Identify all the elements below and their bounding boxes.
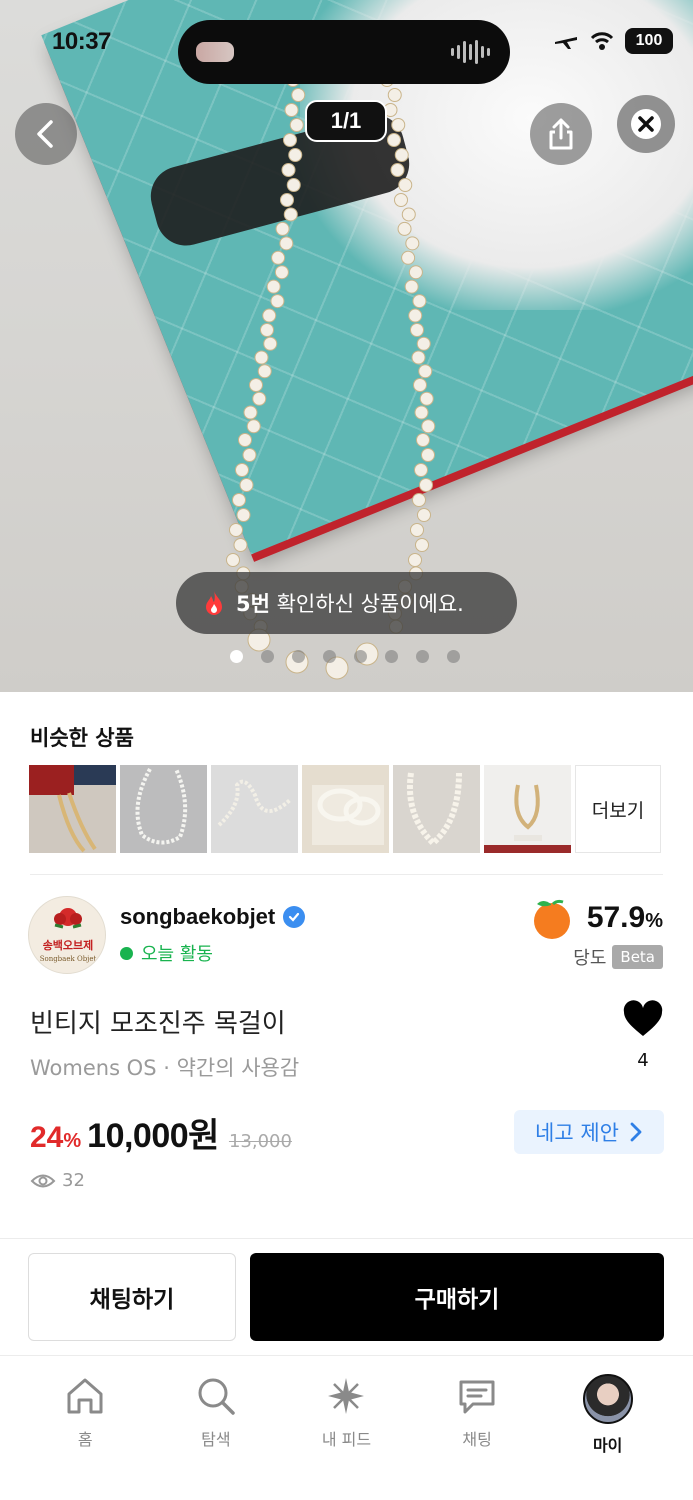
similar-product-thumb[interactable] (211, 765, 298, 853)
fire-icon (206, 591, 222, 615)
similar-product-thumb[interactable] (484, 765, 571, 853)
divider (30, 874, 663, 875)
purchase-action-bar: 채팅하기 구매하기 (0, 1238, 693, 1356)
eye-icon (30, 1174, 56, 1187)
tab-label: 홈 (77, 1430, 93, 1449)
search-icon (198, 1378, 235, 1415)
avatar-logo-text: 송백오브제 (43, 938, 94, 952)
like-button[interactable]: 4 (622, 1000, 664, 1071)
see-more-button[interactable]: 더보기 (575, 765, 661, 853)
tab-my[interactable]: 마이 (553, 1374, 663, 1500)
discount-unit: % (63, 1130, 82, 1152)
view-count-toast: 5번 확인하신 상품이에요. (176, 572, 517, 634)
similar-products-title: 비슷한 상품 (30, 726, 134, 750)
close-button[interactable] (617, 95, 675, 153)
pagination-dot[interactable] (447, 650, 460, 663)
seller-activity-status: 오늘 활동 (120, 940, 213, 966)
pagination-dot[interactable] (416, 650, 429, 663)
view-count-value: 32 (62, 1170, 85, 1191)
negotiate-label: 네고 제안 (535, 1121, 619, 1145)
back-button[interactable] (15, 103, 77, 165)
tab-home[interactable]: 홈 (30, 1374, 140, 1500)
pagination-dot[interactable] (385, 650, 398, 663)
tab-my-feed[interactable]: 내 피드 (291, 1374, 401, 1500)
view-count: 32 (30, 1170, 85, 1191)
chevron-left-icon (37, 120, 53, 148)
profile-avatar (582, 1374, 633, 1424)
sale-price: 10,000원 (87, 1117, 219, 1155)
tangerine-icon (533, 899, 570, 939)
sweetness-label: 당도 (573, 948, 607, 969)
avatar-logo-subtext: Songbaek Objet (40, 955, 97, 963)
tab-search[interactable]: 탐색 (161, 1374, 271, 1500)
original-price: 13,000 (228, 1131, 292, 1152)
tab-label: 채팅 (462, 1430, 492, 1449)
share-button[interactable] (530, 103, 592, 165)
audio-wave-icon (451, 40, 490, 64)
negotiate-offer-button[interactable]: 네고 제안 (514, 1110, 664, 1154)
pagination-dot[interactable] (261, 650, 274, 663)
product-title: 빈티지 모조진주 목걸이 (30, 1009, 286, 1039)
sweetness-value: 57.9 (586, 901, 646, 934)
tab-label: 내 피드 (321, 1430, 372, 1449)
pagination-dot[interactable] (230, 650, 243, 663)
like-count: 4 (637, 1050, 649, 1071)
bottom-tab-bar: 홈 탐색 내 피드 채팅 마이 (0, 1360, 693, 1500)
status-icons: 100 (553, 28, 673, 54)
tab-label: 마이 (592, 1436, 623, 1455)
pagination-dot[interactable] (354, 650, 367, 663)
seller-name-text: songbaekobjet (120, 904, 276, 929)
tab-chat[interactable]: 채팅 (422, 1374, 532, 1500)
similar-products-list: 더보기 (29, 765, 661, 853)
discount-value: 24 (30, 1121, 64, 1154)
share-icon (549, 118, 573, 150)
chat-icon (459, 1380, 495, 1414)
home-icon (67, 1378, 103, 1414)
similar-product-thumb[interactable] (393, 765, 480, 853)
toast-count: 5번 (236, 592, 270, 616)
verified-badge-icon (283, 906, 306, 928)
toast-text: 확인하신 상품이에요. (269, 592, 464, 616)
product-meta: Womens OS · 약간의 사용감 (30, 1056, 300, 1080)
chat-button[interactable]: 채팅하기 (28, 1253, 236, 1341)
pagination-dot[interactable] (323, 650, 336, 663)
close-icon (631, 109, 661, 139)
heart-icon (623, 1000, 663, 1036)
airplane-icon (555, 37, 577, 49)
status-time: 10:37 (52, 28, 111, 55)
image-pagination (230, 650, 460, 663)
beta-badge: Beta (612, 945, 663, 969)
sweetness-label-row: 당도 Beta (573, 944, 663, 970)
chevron-right-icon (630, 1122, 642, 1142)
tab-label: 탐색 (201, 1430, 231, 1449)
similar-product-thumb[interactable] (302, 765, 389, 853)
buy-button[interactable]: 구매하기 (250, 1253, 664, 1341)
seller-name[interactable]: songbaekobjet (120, 904, 306, 930)
product-image[interactable]: 10:37 100 1/1 5번 확인하신 상품이에요. (0, 0, 693, 692)
similar-product-thumb[interactable] (120, 765, 207, 853)
battery-indicator: 100 (625, 28, 673, 54)
sparkle-icon (328, 1378, 365, 1414)
price-row: 24% 10,000원 13,000 (30, 1108, 292, 1157)
sweetness-score[interactable]: 57.9% (529, 896, 663, 940)
dynamic-island (178, 20, 510, 84)
activity-label: 오늘 활동 (141, 944, 213, 965)
pagination-dot[interactable] (292, 650, 305, 663)
island-thumbnail (196, 42, 234, 62)
wifi-icon (590, 32, 614, 50)
seller-avatar[interactable]: 송백오브제 Songbaek Objet (28, 896, 106, 974)
discount-rate: 24% (30, 1121, 81, 1155)
image-counter: 1/1 (305, 100, 387, 142)
sweetness-unit: % (645, 910, 663, 932)
online-dot-icon (120, 946, 133, 960)
similar-product-thumb[interactable] (29, 765, 116, 853)
